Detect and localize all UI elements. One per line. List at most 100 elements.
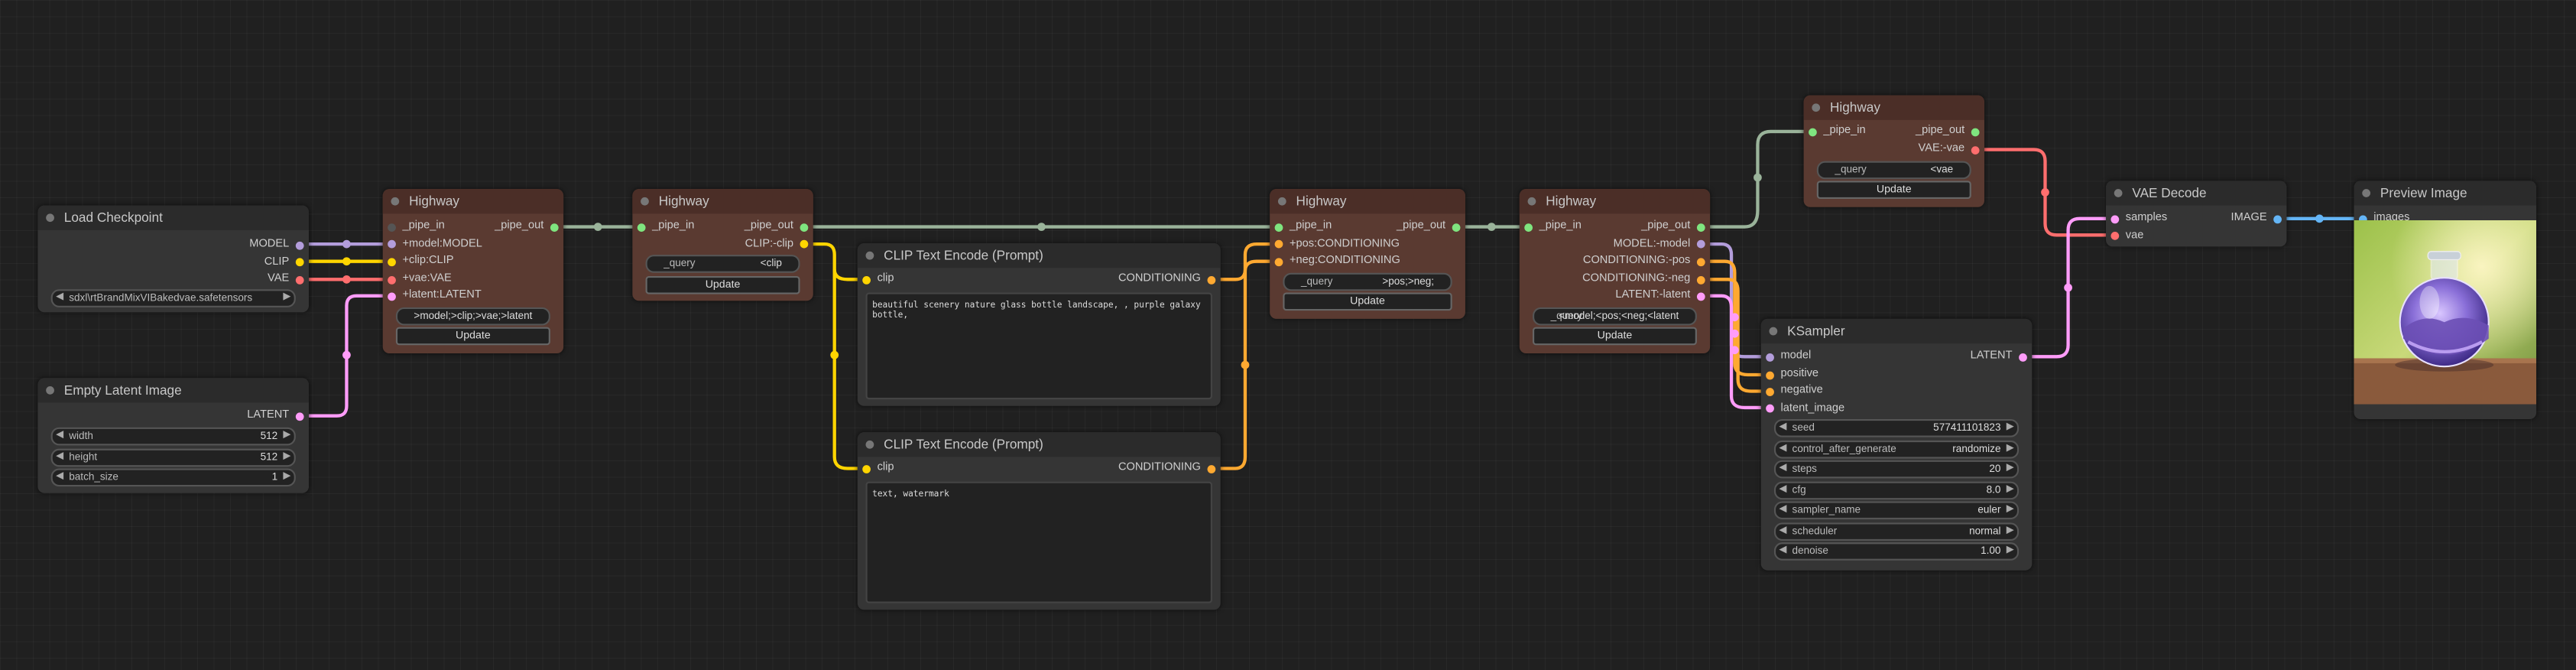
slot-pin-icon[interactable] [295,240,304,249]
arrow-right-icon[interactable]: ▶ [2007,483,2014,497]
input-pipe[interactable]: _pipe_in [1809,123,1866,139]
slot-pin-icon[interactable] [637,223,646,231]
slot-pin-icon[interactable] [1274,239,1283,249]
slot-pin-icon[interactable] [1766,370,1774,379]
slot-pin-icon[interactable] [1452,223,1461,231]
sampler-name-widget[interactable]: ◀ sampler_name euler ▶ [1773,501,2020,520]
node-title-bar[interactable]: Highway [632,189,813,214]
node-title-bar[interactable]: KSampler [1760,318,2033,344]
node-title-bar[interactable]: Empty Latent Image [37,378,310,403]
clip-text-encode-negative-node[interactable]: CLIP Text Encode (Prompt) clip CONDITION… [857,432,1221,610]
output-pipe[interactable]: _pipe_out [1641,219,1705,235]
control-after-generate-widget[interactable]: ◀ control_after_generate randomize ▶ [1773,439,2020,458]
node-title-bar[interactable]: Highway [1519,189,1711,214]
output-model[interactable]: MODEL:-model [1614,236,1705,252]
input-vae[interactable]: vae [2110,228,2143,244]
input-pipe[interactable]: _pipe_in [637,219,694,235]
slot-pin-icon[interactable] [550,223,559,231]
node-canvas[interactable]: Load Checkpoint MODEL CLIP VAE ◀ sdxl\rtB… [0,0,2576,670]
slot-pin-icon[interactable] [1696,291,1705,301]
preview-image-node[interactable]: Preview Image images [2354,181,2537,419]
input-pipe[interactable]: _pipe_in [1524,219,1582,235]
slot-pin-icon[interactable] [1766,387,1774,395]
slot-pin-icon[interactable] [1274,257,1283,266]
slot-pin-icon[interactable] [295,411,304,421]
collapse-dot-icon[interactable] [46,213,54,223]
arrow-left-icon[interactable]: ◀ [56,291,63,305]
input-positive[interactable]: positive [1766,366,1818,382]
input-positive[interactable]: +pos:CONDITIONING [1274,236,1400,252]
prompt-textarea[interactable]: text, watermark [865,481,1212,603]
cfg-widget[interactable]: ◀ cfg 8.0 ▶ [1773,480,2020,499]
output-pipe[interactable]: _pipe_out [1916,123,1980,139]
slot-pin-icon[interactable] [1971,145,1980,154]
collapse-dot-icon[interactable] [1769,327,1778,336]
slot-pin-icon[interactable] [1696,223,1705,231]
input-clip[interactable]: clip [862,460,894,476]
collapse-dot-icon[interactable] [2114,189,2123,197]
batch-size-widget[interactable]: ◀ batch_size 1 ▶ [50,468,296,487]
slot-pin-icon[interactable] [862,464,871,473]
arrow-right-icon[interactable]: ▶ [2007,523,2014,538]
output-clip[interactable]: CLIP:-clip [745,236,809,252]
slot-pin-icon[interactable] [800,239,809,249]
highway-node-4[interactable]: Highway _pipe_in _pipe_out MODEL:-model … [1519,189,1711,354]
node-title-bar[interactable]: Preview Image [2354,181,2537,206]
collapse-dot-icon[interactable] [391,197,400,206]
slot-pin-icon[interactable] [1766,404,1774,413]
arrow-right-icon[interactable]: ▶ [283,291,290,305]
slot-pin-icon[interactable] [800,223,809,231]
empty-latent-image-node[interactable]: Empty Latent Image LATENT ◀ width 512 ▶ ◀ he… [37,378,310,493]
update-button[interactable]: Update [395,327,550,346]
slot-pin-icon[interactable] [1274,223,1283,231]
arrow-right-icon[interactable]: ▶ [283,429,290,444]
node-title-bar[interactable]: Highway [1270,189,1465,214]
slot-pin-icon[interactable] [2019,352,2027,361]
slot-pin-icon[interactable] [388,275,396,284]
ksampler-node[interactable]: KSampler model LATENT positive negative … [1760,318,2033,571]
slot-pin-icon[interactable] [1207,464,1216,473]
slot-pin-icon[interactable] [295,258,304,267]
input-model[interactable]: +model:MODEL [388,236,482,252]
node-title-bar[interactable]: Load Checkpoint [37,205,310,230]
collapse-dot-icon[interactable] [1527,197,1536,206]
clip-text-encode-positive-node[interactable]: CLIP Text Encode (Prompt) clip CONDITION… [857,243,1221,406]
load-checkpoint-node[interactable]: Load Checkpoint MODEL CLIP VAE ◀ sdxl\rtB… [37,205,310,313]
highway-node-3[interactable]: Highway _pipe_in _pipe_out +pos:CONDITIO… [1270,189,1465,319]
output-latent[interactable]: LATENT [1971,349,2027,365]
width-widget[interactable]: ◀ width 512 ▶ [50,427,296,446]
input-samples[interactable]: samples [2110,210,2167,226]
slot-pin-icon[interactable] [2110,214,2120,223]
input-latent-image[interactable]: latent_image [1766,400,1844,416]
node-title-bar[interactable]: Highway [382,189,564,214]
collapse-dot-icon[interactable] [865,440,874,449]
ckpt-name-combo[interactable]: ◀ sdxl\rtBrandMixVIBakedvae.safetensors ▶ [50,289,296,307]
steps-widget[interactable]: ◀ steps 20 ▶ [1773,460,2020,479]
collapse-dot-icon[interactable] [865,251,874,260]
arrow-left-icon[interactable]: ◀ [1779,523,1786,538]
query-input[interactable]: _query <clip [645,255,800,273]
input-vae[interactable]: +vae:VAE [388,272,452,288]
collapse-dot-icon[interactable] [2362,189,2371,197]
arrow-left-icon[interactable]: ◀ [1779,483,1786,497]
prompt-textarea[interactable]: beautiful scenery nature glass bottle la… [865,292,1212,400]
input-clip[interactable]: clip [862,272,894,288]
arrow-right-icon[interactable]: ▶ [283,470,290,485]
scheduler-widget[interactable]: ◀ scheduler normal ▶ [1773,522,2020,540]
output-model[interactable]: MODEL [249,236,304,252]
arrow-right-icon[interactable]: ▶ [2007,503,2014,518]
input-negative[interactable]: +neg:CONDITIONING [1274,253,1400,269]
collapse-dot-icon[interactable] [641,197,649,206]
query-input[interactable]: _query <vae [1816,160,1971,179]
input-pipe[interactable]: _pipe_in [388,219,445,235]
slot-pin-icon[interactable] [295,275,304,284]
update-button[interactable]: Update [645,275,800,294]
slot-pin-icon[interactable] [388,239,396,249]
height-widget[interactable]: ◀ height 512 ▶ [50,447,296,467]
arrow-right-icon[interactable]: ▶ [2007,441,2014,456]
vae-decode-node[interactable]: VAE Decode samples IMAGE vae [2106,181,2287,247]
slot-pin-icon[interactable] [862,275,871,284]
update-button[interactable]: Update [1533,327,1697,346]
query-input[interactable]: >model;>clip;>vae;>latent [395,306,550,325]
output-positive[interactable]: CONDITIONING:-pos [1583,253,1705,269]
